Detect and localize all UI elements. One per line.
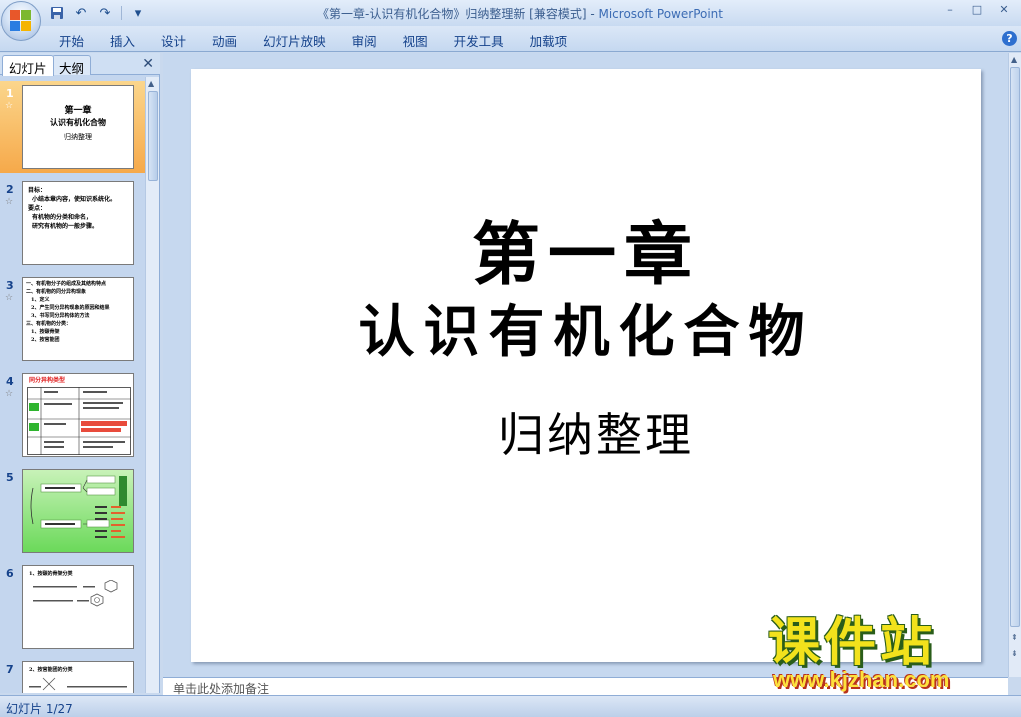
thumb-text: 三、有机物的分类： bbox=[26, 321, 72, 327]
slide-thumbnail-5[interactable]: 5 bbox=[0, 465, 145, 557]
slide-thumbnail-2[interactable]: 2 ☆ 目标： 小结本章内容，使知识系统化。 要点： 有机物的分类和命名， 研究… bbox=[0, 177, 145, 269]
undo-icon[interactable]: ↶ bbox=[70, 4, 92, 22]
scroll-thumb[interactable] bbox=[148, 91, 158, 181]
animation-icon: ☆ bbox=[5, 293, 14, 303]
tab-animations[interactable]: 动画 bbox=[199, 30, 250, 51]
slide-number: 3 bbox=[6, 279, 14, 292]
thumb-table-graphic bbox=[27, 387, 131, 455]
thumb-text: 2、按官能团 bbox=[31, 337, 60, 343]
next-slide-icon[interactable]: ⇟ bbox=[1011, 649, 1018, 658]
slide-number: 4 bbox=[6, 375, 14, 388]
qat-separator bbox=[121, 6, 122, 20]
tab-design[interactable]: 设计 bbox=[148, 30, 199, 51]
scroll-up-icon[interactable]: ▲ bbox=[1011, 55, 1017, 64]
current-slide[interactable]: 第一章 认识有机化合物 归纳整理 bbox=[191, 69, 981, 662]
redo-icon[interactable]: ↷ bbox=[94, 4, 116, 22]
slide-thumbnails: 1 ☆ 第一章 认识有机化合物 归纳整理 2 ☆ 目标： 小结本章内容，使知识系… bbox=[0, 77, 145, 693]
thumb-text: 有机物的分类和命名， bbox=[32, 214, 93, 221]
watermark-url: www.kjzhan.com bbox=[773, 667, 950, 692]
save-icon[interactable] bbox=[46, 4, 68, 22]
thumb-title: 认识有机化合物 bbox=[50, 117, 106, 127]
thumb-text: 一、有机物分子的组成及其结构特点 bbox=[26, 281, 107, 287]
tab-view[interactable]: 视图 bbox=[390, 30, 441, 51]
animation-icon: ☆ bbox=[5, 101, 14, 111]
thumb-text: 3、书写同分异构体的方法 bbox=[31, 313, 90, 319]
maximize-button[interactable]: □ bbox=[964, 1, 990, 17]
tab-outline[interactable]: 大纲 bbox=[52, 55, 92, 76]
slide-scrollbar[interactable]: ▲ ⇞ ⇟ bbox=[1008, 53, 1021, 677]
slide-preview: 2、按官能团的分类 bbox=[22, 661, 134, 693]
close-button[interactable]: ✕ bbox=[991, 1, 1017, 17]
slide-preview: 一、有机物分子的组成及其结构特点 二、有机物的同分异构现象 1、定义 2、产生同… bbox=[22, 277, 134, 361]
window-title: 《第一章-认识有机化合物》归纳整理新 [兼容模式] - Microsoft Po… bbox=[260, 5, 780, 22]
slide-preview: 第一章 认识有机化合物 归纳整理 bbox=[22, 85, 134, 169]
slide-number: 1 bbox=[6, 87, 14, 100]
thumb-text: 研究有机物的一般步骤。 bbox=[32, 223, 99, 230]
title-bar: ↶ ↷ ▾ 《第一章-认识有机化合物》归纳整理新 [兼容模式] - Micros… bbox=[0, 0, 1021, 26]
thumb-text: 二、有机物的同分异构现象 bbox=[26, 289, 87, 295]
slide-preview: 同分异构类型 bbox=[22, 373, 134, 457]
app-name: Microsoft PowerPoint bbox=[598, 7, 723, 21]
office-button[interactable] bbox=[1, 1, 41, 41]
animation-icon: ☆ bbox=[5, 197, 14, 207]
tab-developer[interactable]: 开发工具 bbox=[441, 30, 517, 51]
slide-editing-area: 第一章 认识有机化合物 归纳整理 bbox=[163, 53, 1008, 677]
slide-number: 2 bbox=[6, 183, 14, 196]
thumb-title: 同分异构类型 bbox=[29, 377, 66, 384]
thumb-formula-graphic bbox=[29, 677, 127, 691]
slide-thumbnail-7[interactable]: 7 2、按官能团的分类 bbox=[0, 657, 145, 693]
panel-close-icon[interactable]: ✕ bbox=[142, 56, 154, 72]
thumb-text: 1、按碳的骨架分类 bbox=[29, 571, 73, 577]
slide-title[interactable]: 第一章 bbox=[191, 199, 981, 298]
tab-home[interactable]: 开始 bbox=[46, 30, 97, 51]
thumb-text: 2、按官能团的分类 bbox=[29, 667, 73, 673]
thumb-text: 2、产生同分异构现象的原因和结果 bbox=[31, 305, 110, 311]
help-icon[interactable]: ? bbox=[1002, 31, 1017, 46]
scroll-thumb[interactable] bbox=[1010, 67, 1020, 627]
thumb-text: 小结本章内容，使知识系统化。 bbox=[32, 196, 117, 203]
slide-number: 5 bbox=[6, 471, 14, 484]
window-controls: – □ ✕ bbox=[937, 1, 1017, 17]
animation-icon: ☆ bbox=[5, 389, 14, 399]
office-logo-icon bbox=[10, 10, 32, 32]
slide-thumbnail-6[interactable]: 6 1、按碳的骨架分类 bbox=[0, 561, 145, 653]
slide-number: 6 bbox=[6, 567, 14, 580]
thumb-text: 要点： bbox=[28, 205, 47, 212]
slide-preview: 目标： 小结本章内容，使知识系统化。 要点： 有机物的分类和命名， 研究有机物的… bbox=[22, 181, 134, 265]
tab-slides[interactable]: 幻灯片 bbox=[2, 55, 54, 76]
thumb-diagram-graphic bbox=[30, 475, 127, 538]
thumb-text: 目标： bbox=[28, 187, 47, 194]
slide-subtitle[interactable]: 归纳整理 bbox=[191, 399, 981, 465]
slide-thumbnail-3[interactable]: 3 ☆ 一、有机物分子的组成及其结构特点 二、有机物的同分异构现象 1、定义 2… bbox=[0, 273, 145, 365]
tab-insert[interactable]: 插入 bbox=[97, 30, 148, 51]
previous-slide-icon[interactable]: ⇞ bbox=[1011, 633, 1018, 642]
tab-slide-show[interactable]: 幻灯片放映 bbox=[250, 30, 339, 51]
slides-panel: 幻灯片 大纲 ✕ 1 ☆ 第一章 认识有机化合物 归纳整理 2 ☆ 目标： 小结… bbox=[0, 53, 160, 693]
tab-add-ins[interactable]: 加载项 bbox=[517, 30, 581, 51]
status-bar: 幻灯片 1/27 bbox=[0, 695, 1021, 717]
slide-preview: 1、按碳的骨架分类 bbox=[22, 565, 134, 649]
minimize-button[interactable]: – bbox=[937, 1, 963, 17]
panel-tabs: 幻灯片 大纲 ✕ bbox=[0, 53, 160, 76]
watermark-logo: 课件站 bbox=[768, 613, 937, 673]
slide-counter: 幻灯片 1/27 bbox=[6, 702, 73, 716]
slide-thumbnail-4[interactable]: 4 ☆ 同分异构类型 bbox=[0, 369, 145, 461]
thumb-text: 1、定义 bbox=[31, 297, 50, 303]
thumb-title: 第一章 bbox=[64, 106, 92, 116]
ribbon-tab-bar: 开始 插入 设计 动画 幻灯片放映 审阅 视图 开发工具 加载项 ? bbox=[0, 26, 1021, 52]
slide-title-line-2[interactable]: 认识有机化合物 bbox=[191, 287, 981, 368]
quick-access-toolbar: ↶ ↷ ▾ bbox=[46, 3, 149, 23]
tab-review[interactable]: 审阅 bbox=[339, 30, 390, 51]
slide-number: 7 bbox=[6, 663, 14, 676]
slide-thumbnail-1[interactable]: 1 ☆ 第一章 认识有机化合物 归纳整理 bbox=[0, 81, 145, 173]
thumb-text: 1、按碳骨架 bbox=[31, 329, 60, 335]
scroll-up-icon[interactable]: ▲ bbox=[148, 79, 154, 88]
site-watermark: 课件站 www.kjzhan.com bbox=[768, 615, 1008, 695]
thumb-subtitle: 归纳整理 bbox=[64, 133, 92, 141]
thumbnails-scrollbar[interactable]: ▲ bbox=[145, 77, 159, 693]
document-title: 《第一章-认识有机化合物》归纳整理新 [兼容模式] - bbox=[317, 7, 599, 21]
thumb-formula-graphic bbox=[33, 580, 118, 607]
customize-qat-icon[interactable]: ▾ bbox=[127, 4, 149, 22]
slide-preview bbox=[22, 469, 134, 553]
